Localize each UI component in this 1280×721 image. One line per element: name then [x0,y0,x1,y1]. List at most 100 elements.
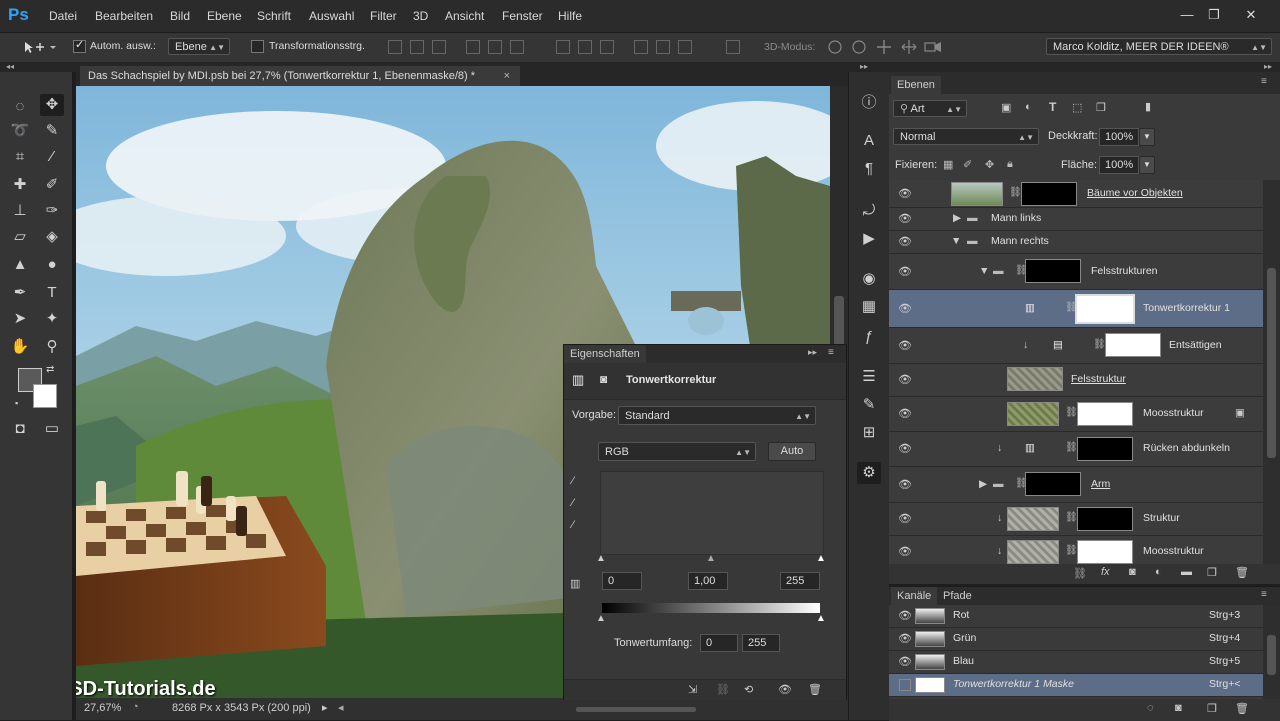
visibility-eye-icon[interactable]: 👁︎ [897,545,913,559]
zoom-level[interactable]: 27,67% [84,702,121,714]
distribute-vcenter-icon[interactable] [578,40,592,54]
auto-align-icon[interactable] [726,40,740,54]
color-panel-icon[interactable]: ◉ [857,268,881,290]
input-gamma-field[interactable]: 1,00 [688,572,728,590]
layers-scrollbar[interactable] [1263,180,1280,564]
filter-pixel-icon[interactable]: ▣ [1001,101,1011,114]
output-black-field[interactable]: 0 [700,634,738,652]
pen-tool-icon[interactable]: ✒ [8,282,32,304]
layer-mask-thumbnail[interactable] [1105,333,1161,357]
tool-presets-panel-icon[interactable]: ⊞ [857,422,881,444]
clip-to-layer-icon[interactable]: ⇲ [688,683,697,696]
delete-adjustment-icon[interactable]: 🗑︎ [808,683,822,696]
menu-datei[interactable]: Datei [49,9,77,23]
path-selection-tool-icon[interactable]: ➤ [8,308,32,330]
distribute-right-icon[interactable] [678,40,692,54]
3d-mode-icons[interactable] [826,38,946,56]
visibility-eye-icon[interactable]: 👁︎ [897,373,913,387]
align-vcenter-icon[interactable] [410,40,424,54]
link-layers-icon[interactable]: ⛓ [1073,567,1087,580]
clone-stamp-tool-icon[interactable]: ⊥ [8,200,32,222]
channel-row-selected[interactable]: Tonwertkorrektur 1 Maske Strg+< [889,674,1263,697]
eyedropper-tool-icon[interactable]: ⁄ [40,146,64,168]
auto-button[interactable]: Auto [768,442,816,461]
output-white-field[interactable]: 255 [742,634,780,652]
new-group-icon[interactable]: ▬ [1181,566,1192,578]
character-panel-icon[interactable]: A [857,130,881,152]
background-color-swatch[interactable] [33,384,57,408]
visibility-eye-icon[interactable]: 👁︎ [897,609,913,623]
layer-name[interactable]: Felsstrukturen [1091,265,1158,277]
tab-layers[interactable]: Ebenen [891,76,941,94]
layer-name[interactable]: Felsstruktur [1071,373,1126,385]
visibility-eye-icon[interactable]: 👁︎ [897,442,913,456]
channel-name[interactable]: Rot [953,609,969,621]
link-icon[interactable]: ⛓ [1065,442,1078,453]
visibility-eye-icon[interactable]: 👁︎ [897,302,913,316]
layer-mask-thumbnail[interactable] [1075,294,1135,324]
layer-name[interactable]: Bäume vor Objekten [1087,187,1183,199]
paint-bucket-tool-icon[interactable]: ◈ [40,226,64,248]
history-brush-tool-icon[interactable]: ✑ [40,200,64,222]
sample-white-eyedropper-icon[interactable]: ⁄ [572,519,574,531]
sample-gray-eyedropper-icon[interactable]: ⁄ [572,497,574,509]
distribute-hcenter-icon[interactable] [656,40,670,54]
auto-select-dropdown[interactable]: Ebene ▲▼ [168,38,230,55]
tab-properties[interactable]: Eigenschaften [564,345,646,363]
quick-mask-icon[interactable]: ◘ [8,418,32,440]
menu-bild[interactable]: Bild [170,9,190,23]
menu-filter[interactable]: Filter [370,9,397,23]
hscroll-left-icon[interactable]: ◂ [338,701,344,714]
layer-row[interactable]: 👁︎ ⛓ Moosstruktur ▣ [889,397,1263,432]
align-hcenter-icon[interactable] [488,40,502,54]
layer-filter-dropdown[interactable]: ⚲ Art ▲▼ [893,100,967,117]
type-tool-icon[interactable]: T [40,282,64,304]
filter-smartobject-icon[interactable]: ❒ [1096,101,1106,114]
layer-row[interactable]: 👁︎ ↓ ⛓ Moosstruktur [889,536,1263,564]
layer-mask-thumbnail[interactable] [1077,402,1133,426]
expand-group-icon[interactable]: ▶ [953,212,961,224]
layer-name[interactable]: Mann links [991,212,1041,224]
menu-hilfe[interactable]: Hilfe [558,9,582,23]
actions-panel-icon[interactable]: ▶ [857,228,881,250]
distribute-bottom-icon[interactable] [600,40,614,54]
link-icon[interactable]: ⛓ [1009,187,1022,198]
input-white-field[interactable]: 255 [780,572,820,590]
filter-type-icon[interactable]: T [1049,100,1056,114]
properties-menu-icon[interactable]: ≡ [828,347,834,358]
expand-group-icon[interactable]: ▶ [979,478,987,490]
view-previous-state-icon[interactable]: ⛓ [716,683,730,696]
move-tool-icon[interactable]: ✥ [40,94,64,116]
channel-name[interactable]: Grün [953,632,976,644]
link-icon[interactable]: ⛓ [1065,545,1078,556]
status-menu-arrow-icon[interactable]: ▸ [322,701,328,714]
visibility-eye-icon[interactable]: 👁︎ [897,265,913,279]
output-black-slider[interactable]: ▲ [596,613,606,624]
canvas-horizontal-scroll-thumb[interactable] [576,707,696,712]
output-white-slider[interactable]: ▲ [816,613,826,624]
marquee-tool-icon[interactable]: ◌ [8,96,32,118]
blur-tool-icon[interactable]: ▲ [8,254,32,276]
visibility-eye-icon[interactable]: 👁︎ [897,512,913,526]
preset-dropdown[interactable]: Standard ▲▼ [618,406,816,425]
levels-adjustment-icon[interactable]: ▥ [572,372,584,388]
opacity-dropdown-button[interactable]: ▼ [1139,128,1155,146]
clipping-warning-icon[interactable]: ▥ [570,577,580,590]
brush-tool-icon[interactable]: ✐ [40,174,64,196]
layer-row[interactable]: 👁︎ ⛓ Bäume vor Objekten [889,180,1263,208]
menu-fenster[interactable]: Fenster [502,9,543,23]
layer-mask-thumbnail[interactable] [1021,182,1077,206]
minimize-button[interactable]: — [1176,6,1198,24]
dodge-tool-icon[interactable]: ● [40,254,64,276]
smart-filter-icon[interactable]: ▣ [1235,407,1245,419]
filter-shape-icon[interactable]: ⬚ [1072,101,1082,114]
visibility-eye-icon[interactable]: 👁︎ [897,187,913,201]
add-mask-icon[interactable]: ◙ [1129,566,1136,578]
load-selection-icon[interactable]: ◌ [1147,702,1154,714]
layer-mask-thumbnail[interactable] [1077,540,1133,564]
collapse-toolbar-icon[interactable]: ◂◂ [6,62,14,71]
brush-presets-panel-icon[interactable]: ✎ [857,394,881,416]
delete-layer-icon[interactable]: 🗑︎ [1235,566,1249,579]
layers-panel-menu-icon[interactable]: ≡ [1261,76,1267,87]
layer-row[interactable]: 👁︎ ↓ ⛓ Struktur [889,503,1263,536]
